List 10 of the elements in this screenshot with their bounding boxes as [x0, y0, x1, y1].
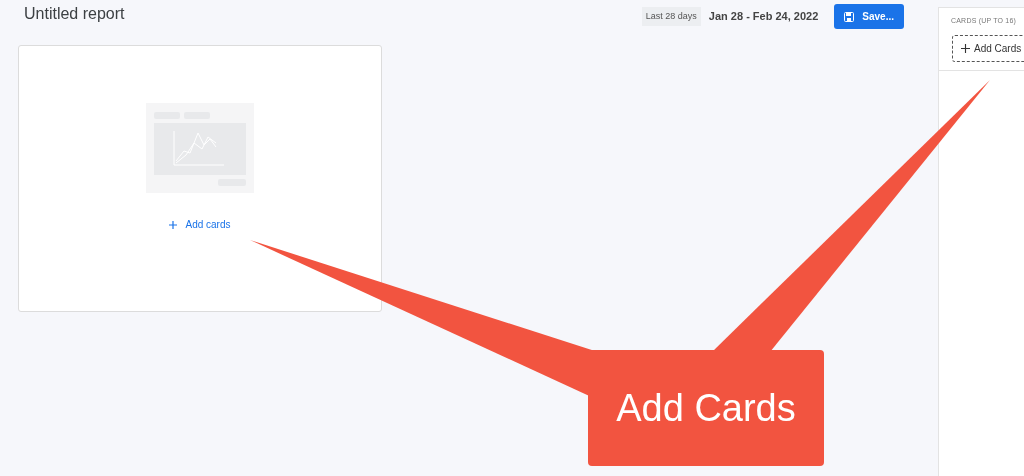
save-icon — [844, 11, 855, 22]
report-title: Untitled report — [24, 4, 125, 24]
date-range-label: Last 28 days — [641, 6, 701, 27]
plus-icon — [169, 220, 178, 229]
save-button[interactable]: Save... — [834, 4, 904, 29]
plus-icon — [961, 43, 970, 53]
add-cards-button[interactable]: Add Cards — [952, 34, 1024, 62]
date-range[interactable]: Jan 28 - Feb 24, 2022 — [708, 8, 819, 25]
add-cards-link[interactable]: Add cards — [169, 217, 231, 232]
callout-label: Add Cards — [588, 350, 824, 466]
